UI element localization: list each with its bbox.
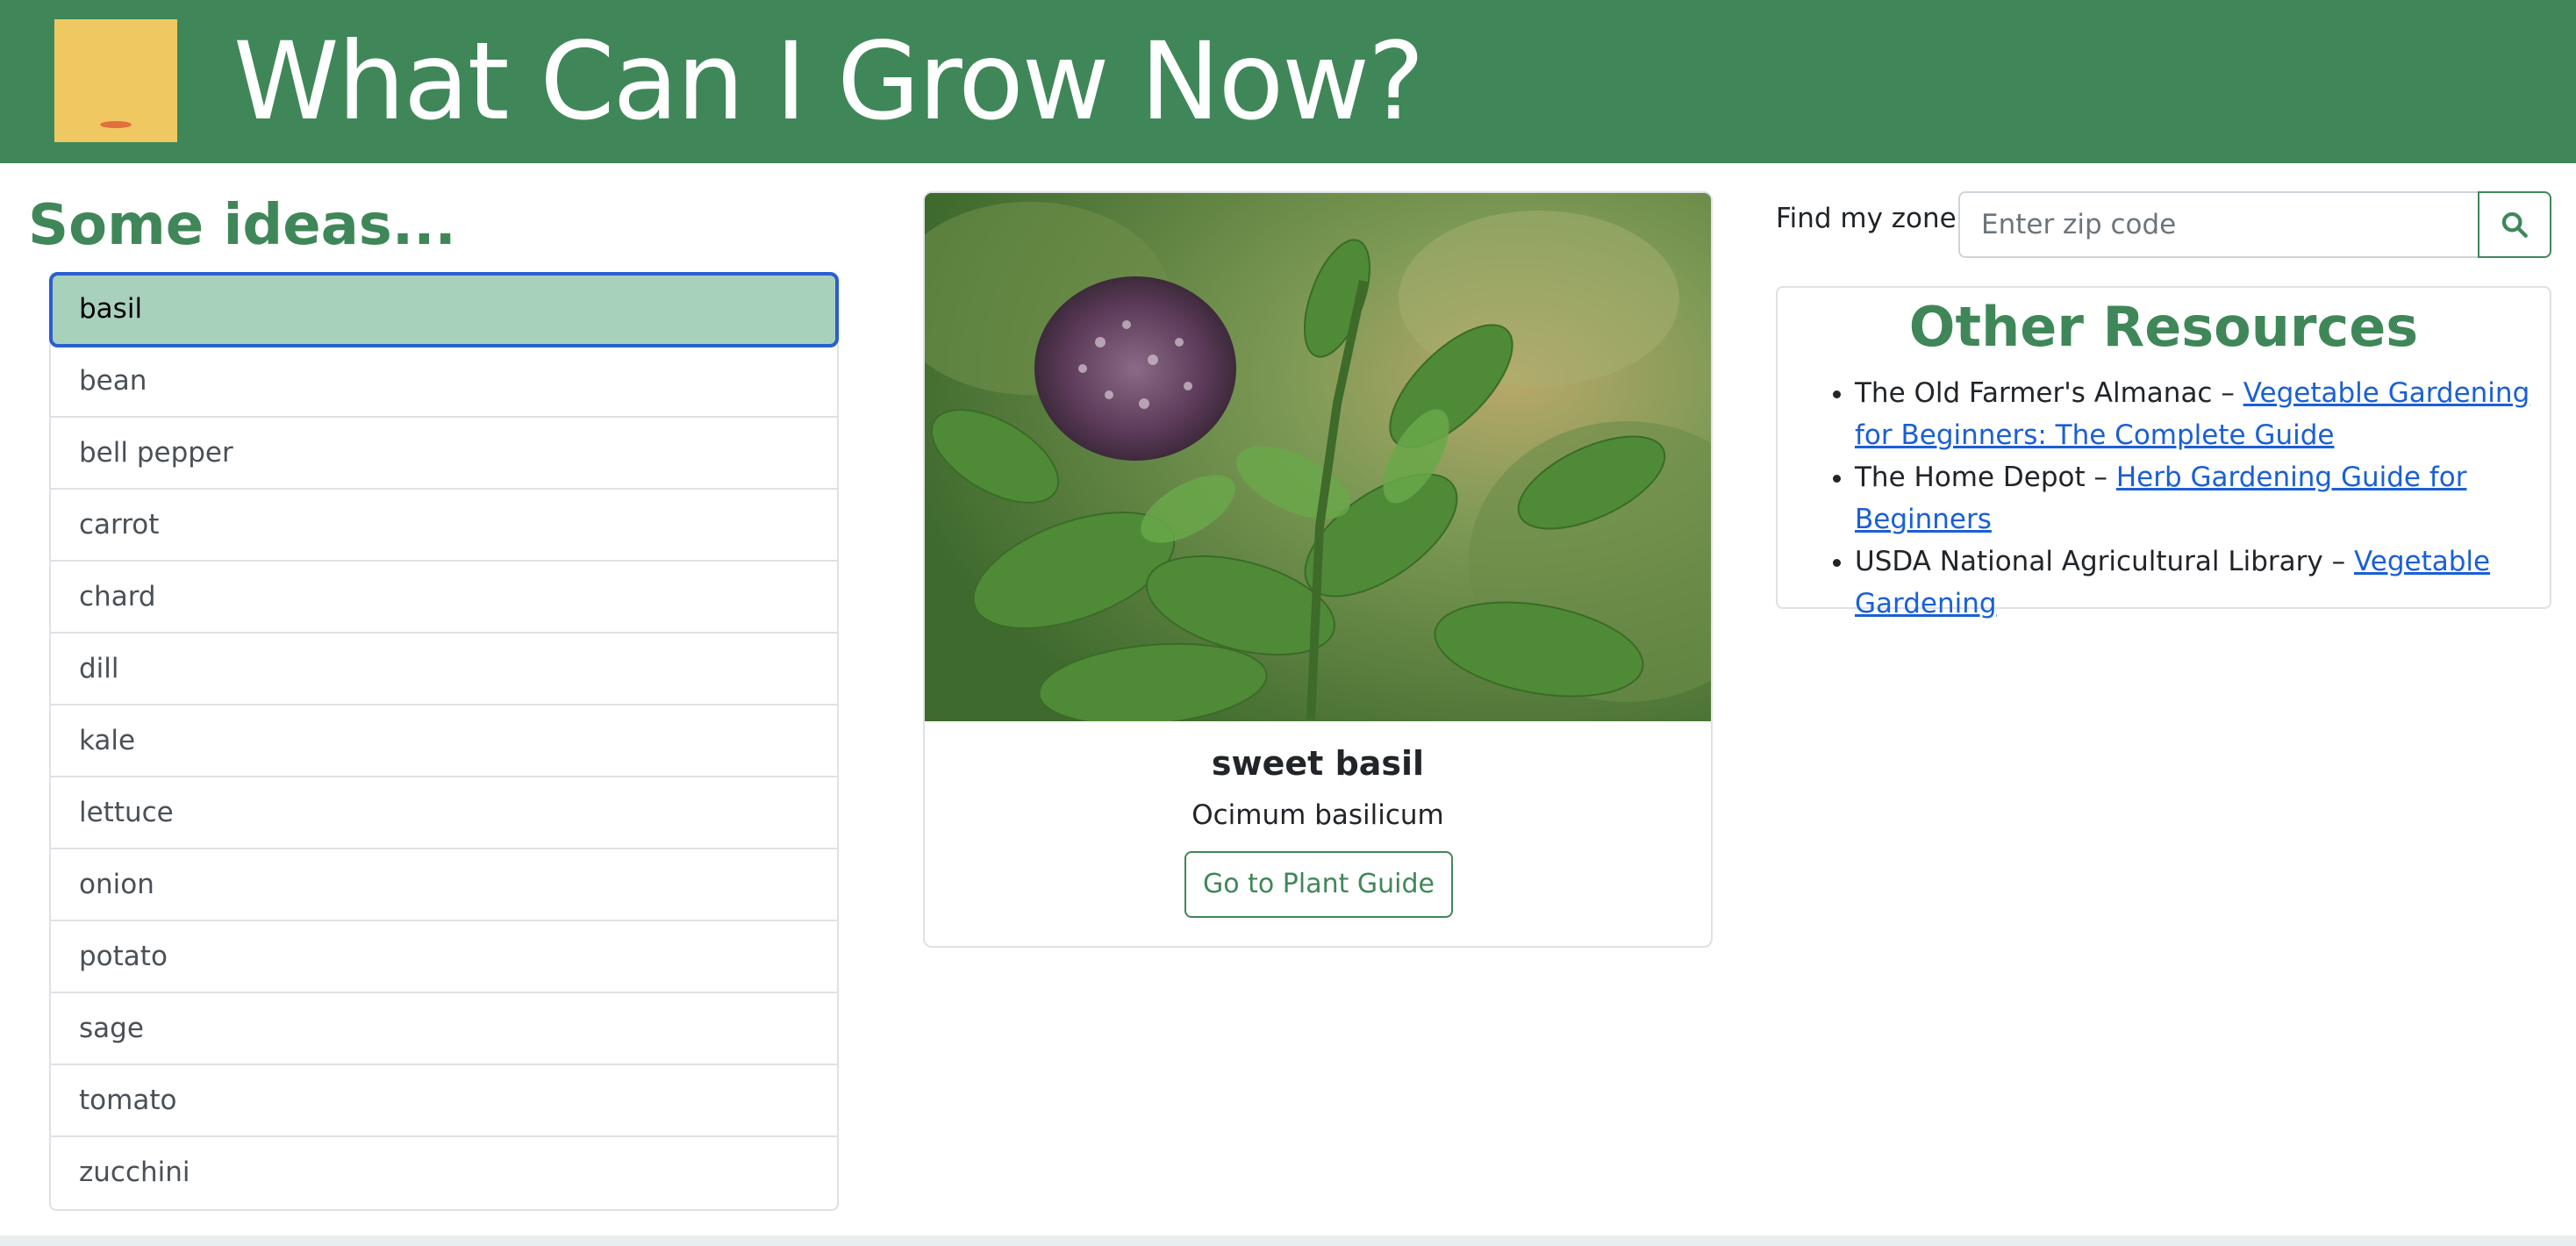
search-icon bbox=[2501, 211, 2528, 238]
plant-card: sweet basil Ocimum basilicum Go to Plant… bbox=[923, 191, 1713, 948]
resources-title: Other Resources bbox=[1908, 295, 2419, 359]
resource-source: USDA National Agricultural Library – bbox=[1855, 546, 2354, 577]
footer-strip bbox=[0, 1235, 2576, 1246]
resource-item: The Home Depot – Herb Gardening Guide fo… bbox=[1855, 456, 2544, 541]
logo-sun-mark bbox=[100, 121, 132, 128]
list-item[interactable]: zucchini bbox=[51, 1137, 837, 1209]
list-item[interactable]: bell pepper bbox=[51, 418, 837, 490]
sun-over-soil-logo-icon[interactable] bbox=[54, 19, 177, 142]
ideas-heading: Some ideas... bbox=[28, 193, 456, 258]
basil-plant-photo bbox=[925, 193, 1711, 721]
list-item[interactable]: dill bbox=[51, 634, 837, 705]
resources-list: The Old Farmer's Almanac – Vegetable Gar… bbox=[1835, 372, 2544, 625]
plant-latin-name: Ocimum basilicum bbox=[1191, 799, 1444, 831]
other-resources-panel: Other Resources The Old Farmer's Almanac… bbox=[1776, 286, 2551, 619]
list-item[interactable]: lettuce bbox=[51, 777, 837, 849]
zip-code-input[interactable] bbox=[1958, 191, 2479, 258]
app-header: What Can I Grow Now? bbox=[0, 0, 2576, 163]
ideas-list: basil bean bell pepper carrot chard dill… bbox=[49, 272, 839, 1211]
app-title: What Can I Grow Now? bbox=[233, 19, 1425, 144]
plant-common-name: sweet basil bbox=[1211, 744, 1425, 783]
list-item[interactable]: chard bbox=[51, 562, 837, 634]
find-zone-label: Find my zone: bbox=[1776, 203, 1966, 234]
list-item[interactable]: onion bbox=[51, 849, 837, 921]
resource-item: USDA National Agricultural Library – Veg… bbox=[1855, 541, 2544, 625]
list-item[interactable]: potato bbox=[51, 921, 837, 993]
list-item[interactable]: carrot bbox=[51, 490, 837, 562]
list-item[interactable]: bean bbox=[51, 346, 837, 418]
list-item[interactable]: sage bbox=[51, 993, 837, 1065]
go-to-plant-guide-button[interactable]: Go to Plant Guide bbox=[1184, 851, 1453, 918]
list-item[interactable]: kale bbox=[51, 705, 837, 777]
resource-source: The Old Farmer's Almanac – bbox=[1855, 377, 2243, 409]
resource-source: The Home Depot – bbox=[1855, 462, 2116, 493]
zone-search-button[interactable] bbox=[2478, 191, 2551, 258]
list-item[interactable]: basil bbox=[49, 272, 839, 347]
resource-item: The Old Farmer's Almanac – Vegetable Gar… bbox=[1855, 372, 2544, 456]
list-item[interactable]: tomato bbox=[51, 1065, 837, 1137]
